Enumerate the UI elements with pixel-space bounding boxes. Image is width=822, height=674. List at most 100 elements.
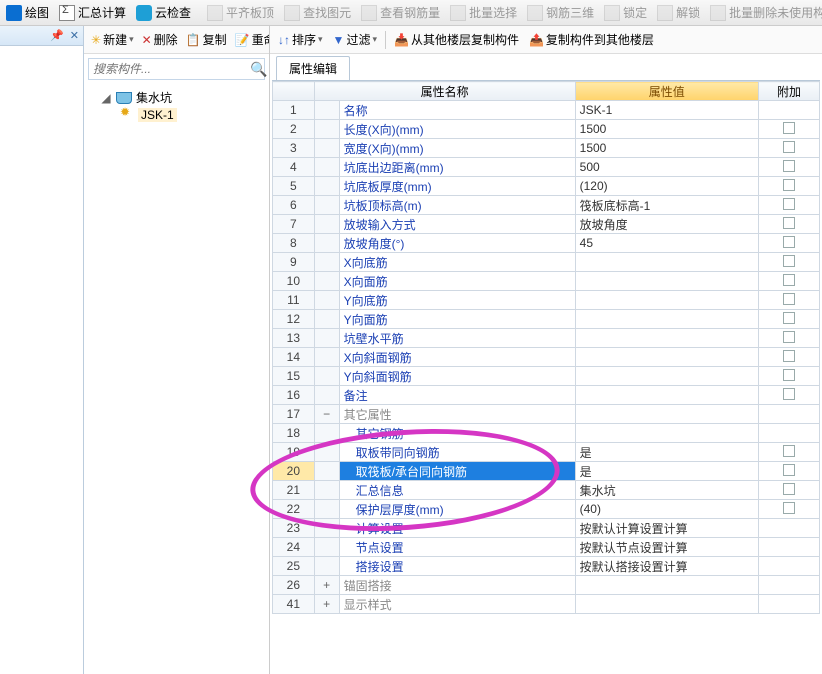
flatten-button[interactable]: 平齐板顶	[203, 2, 278, 23]
extra-cell[interactable]	[758, 481, 819, 500]
tab-properties[interactable]: 属性编辑	[276, 56, 350, 80]
property-value[interactable]: 45	[575, 234, 758, 253]
extra-cell[interactable]	[758, 462, 819, 481]
property-value[interactable]: 1500	[575, 139, 758, 158]
extra-cell[interactable]	[758, 253, 819, 272]
checkbox[interactable]	[783, 350, 795, 362]
table-row[interactable]: 9X向底筋	[273, 253, 820, 272]
extra-cell[interactable]	[758, 500, 819, 519]
property-value[interactable]	[575, 424, 758, 443]
property-value[interactable]: 按默认搭接设置计算	[575, 557, 758, 576]
checkbox[interactable]	[783, 198, 795, 210]
checkbox[interactable]	[783, 179, 795, 191]
expand-cell[interactable]: +	[314, 576, 339, 595]
new-button[interactable]: ✳新建▾	[88, 29, 137, 50]
table-row[interactable]: 25 搭接设置按默认搭接设置计算	[273, 557, 820, 576]
property-value[interactable]	[575, 253, 758, 272]
checkbox[interactable]	[783, 312, 795, 324]
table-row[interactable]: 16备注	[273, 386, 820, 405]
checkbox[interactable]	[783, 293, 795, 305]
extra-cell[interactable]	[758, 595, 819, 614]
property-value[interactable]: (40)	[575, 500, 758, 519]
extra-cell[interactable]	[758, 215, 819, 234]
lock-button[interactable]: 锁定	[600, 2, 651, 23]
table-row[interactable]: 5坑底板厚度(mm)(120)	[273, 177, 820, 196]
batch-select-button[interactable]: 批量选择	[446, 2, 521, 23]
table-row[interactable]: 23 计算设置按默认计算设置计算	[273, 519, 820, 538]
extra-cell[interactable]	[758, 234, 819, 253]
property-value[interactable]	[575, 291, 758, 310]
table-row[interactable]: 4坑底出边距离(mm)500	[273, 158, 820, 177]
checkbox[interactable]	[783, 502, 795, 514]
property-value[interactable]: 500	[575, 158, 758, 177]
property-value[interactable]: 集水坑	[575, 481, 758, 500]
table-row[interactable]: 24 节点设置按默认节点设置计算	[273, 538, 820, 557]
copy-button[interactable]: 📋复制	[183, 29, 230, 50]
table-row[interactable]: 8放坡角度(°)45	[273, 234, 820, 253]
property-value[interactable]: 按默认计算设置计算	[575, 519, 758, 538]
tree-root[interactable]: ◢ 集水坑	[86, 88, 267, 107]
table-row[interactable]: 13坑壁水平筋	[273, 329, 820, 348]
extra-cell[interactable]	[758, 139, 819, 158]
table-row[interactable]: 1名称JSK-1	[273, 101, 820, 120]
extra-cell[interactable]	[758, 386, 819, 405]
property-value[interactable]: JSK-1	[575, 101, 758, 120]
property-value[interactable]: (120)	[575, 177, 758, 196]
checkbox[interactable]	[783, 483, 795, 495]
property-value[interactable]: 按默认节点设置计算	[575, 538, 758, 557]
property-value[interactable]	[575, 367, 758, 386]
checkbox[interactable]	[783, 388, 795, 400]
table-row[interactable]: 15Y向斜面钢筋	[273, 367, 820, 386]
table-row[interactable]: 14X向斜面钢筋	[273, 348, 820, 367]
extra-cell[interactable]	[758, 177, 819, 196]
extra-cell[interactable]	[758, 367, 819, 386]
view-steel-button[interactable]: 查看钢筋量	[357, 2, 444, 23]
extra-cell[interactable]	[758, 424, 819, 443]
property-value[interactable]	[575, 386, 758, 405]
extra-cell[interactable]	[758, 443, 819, 462]
table-row[interactable]: 2长度(X向)(mm)1500	[273, 120, 820, 139]
checkbox[interactable]	[783, 255, 795, 267]
search-input[interactable]	[93, 62, 250, 76]
table-row[interactable]: 10X向面筋	[273, 272, 820, 291]
checkbox[interactable]	[783, 464, 795, 476]
table-row[interactable]: 20 取筏板/承台同向钢筋是	[273, 462, 820, 481]
table-row[interactable]: 41+显示样式	[273, 595, 820, 614]
table-row[interactable]: 11Y向底筋	[273, 291, 820, 310]
pin-icon[interactable]: 📌	[50, 29, 64, 42]
tree-item-jsk1[interactable]: JSK-1	[86, 107, 267, 123]
property-value[interactable]	[575, 272, 758, 291]
extra-cell[interactable]	[758, 196, 819, 215]
batch-delete-button[interactable]: 批量删除未使用构件	[706, 2, 822, 23]
table-row[interactable]: 18 其它钢筋	[273, 424, 820, 443]
steel-3d-button[interactable]: 钢筋三维	[523, 2, 598, 23]
table-row[interactable]: 12Y向面筋	[273, 310, 820, 329]
rename-button[interactable]: 📝重命名	[232, 29, 269, 50]
checkbox[interactable]	[783, 445, 795, 457]
table-row[interactable]: 19 取板带同向钢筋是	[273, 443, 820, 462]
property-value[interactable]	[575, 405, 758, 424]
unlock-button[interactable]: 解锁	[653, 2, 704, 23]
collapse-icon[interactable]: ◢	[100, 91, 112, 105]
property-value[interactable]: 筏板底标高-1	[575, 196, 758, 215]
extra-cell[interactable]	[758, 348, 819, 367]
property-value[interactable]	[575, 329, 758, 348]
table-row[interactable]: 17−其它属性	[273, 405, 820, 424]
cloud-check-button[interactable]: 云检查	[132, 2, 195, 23]
extra-cell[interactable]	[758, 519, 819, 538]
extra-cell[interactable]	[758, 557, 819, 576]
extra-cell[interactable]	[758, 405, 819, 424]
extra-cell[interactable]	[758, 101, 819, 120]
table-row[interactable]: 3宽度(X向)(mm)1500	[273, 139, 820, 158]
checkbox[interactable]	[783, 369, 795, 381]
checkbox[interactable]	[783, 331, 795, 343]
table-row[interactable]: 7放坡输入方式放坡角度	[273, 215, 820, 234]
delete-button[interactable]: ✕删除	[139, 29, 181, 50]
extra-cell[interactable]	[758, 329, 819, 348]
table-row[interactable]: 21 汇总信息集水坑	[273, 481, 820, 500]
table-row[interactable]: 22 保护层厚度(mm)(40)	[273, 500, 820, 519]
property-value[interactable]: 是	[575, 443, 758, 462]
draw-button[interactable]: 绘图	[2, 2, 53, 23]
property-value[interactable]	[575, 576, 758, 595]
sort-button[interactable]: ↓↑排序	[274, 29, 327, 50]
